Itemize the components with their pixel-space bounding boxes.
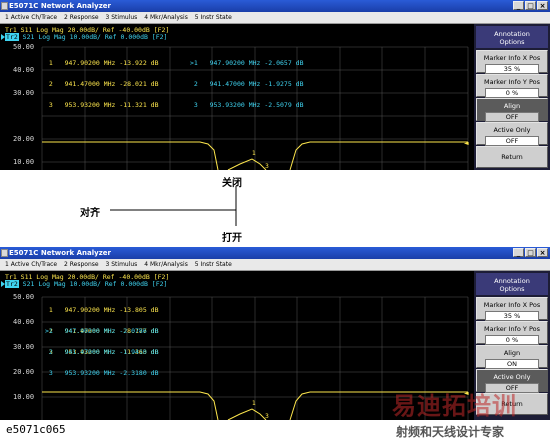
trace-2-id: Tr2 (5, 33, 19, 41)
marker-line: 3 953.93200 MHz -2.3180 dB (45, 369, 159, 377)
marker-info-y-pos-value: 0 % (485, 335, 539, 345)
menu-item-instr-state[interactable]: 5 Instr State (195, 14, 232, 21)
y-axis-label: 40.00 (13, 318, 35, 326)
menu-item-stimulus[interactable]: 3 Stimulus (106, 14, 138, 21)
marker-1-flag: 1 (252, 400, 256, 407)
watermark-slogan: 射频和天线设计专家 (396, 425, 505, 439)
trace-plot-area[interactable]: 1 3 ◄ Tr1 S11 Log Mag 20.00dB/ Ref -40.0… (0, 24, 474, 170)
s21-trace-line (42, 141, 219, 170)
s11-trace-line (227, 158, 267, 170)
figure-caption: e5071c065 (6, 423, 66, 436)
y-axis-label: 40.00 (13, 66, 35, 74)
trace-end-marker: ◄ (464, 140, 469, 147)
marker-info-x-pos-value: 35 % (485, 311, 539, 321)
active-only-toggle-button[interactable]: Active Only OFF (476, 122, 548, 146)
marker-info-x-pos-button[interactable]: Marker Info X Pos 35 % (476, 297, 548, 321)
y-axis-label: 50.00 (13, 293, 35, 301)
menu-item-instr-state[interactable]: 5 Instr State (195, 261, 232, 268)
marker-line: 2 941.47000 MHz -1.9275 dB (190, 80, 304, 88)
marker-1-flag: 1 (252, 150, 256, 157)
y-axis-label: 30.00 (13, 343, 35, 351)
marker-readout-s11: 1 947.90200 MHz -13.922 dB 2 941.47000 M… (45, 46, 159, 123)
app-icon (1, 249, 8, 257)
align-value: ON (485, 359, 539, 369)
s11-trace-line (227, 408, 267, 420)
softkey-panel: Annotation Options Marker Info X Pos 35 % … (474, 24, 550, 170)
marker-info-x-pos-button[interactable]: Marker Info X Pos 35 % (476, 50, 548, 74)
marker-3-flag: 3 (265, 163, 269, 170)
marker-line: 3 953.93200 MHz -11.321 dB (45, 101, 159, 109)
minimize-button[interactable]: _ (513, 248, 524, 257)
marker-line: >1 947.90200 MHz -2.0786 dB (45, 327, 159, 335)
marker-line: 3 953.93200 MHz -2.5079 dB (190, 101, 304, 109)
s21-trace-line (42, 391, 219, 420)
trace-2-settings: S21 Log Mag 10.00dB/ Ref 0.000dB [F2] (18, 33, 168, 41)
marker-line: 2 941.47000 MHz -1.9410 dB (45, 348, 159, 356)
label-open: 打开 (222, 233, 242, 244)
menu-item-mkr-analysis[interactable]: 4 Mkr/Analysis (144, 261, 188, 268)
watermark-logo: 易迪拓培训 (392, 392, 517, 420)
analyzer-screenshot-align-off: E5071C Network Analyzer _ □ × 1 Active Ch/… (0, 0, 550, 170)
label-align: 对齐 (80, 208, 100, 219)
marker-line: 1 947.90200 MHz -13.922 dB (45, 59, 159, 67)
close-button[interactable]: × (537, 248, 548, 257)
active-only-value: OFF (485, 136, 539, 146)
y-axis-label: 50.00 (13, 43, 35, 51)
trace-2-id: Tr2 (5, 280, 19, 288)
menu-item-active-ch-trace[interactable]: 1 Active Ch/Trace (5, 14, 57, 21)
maximize-button[interactable]: □ (525, 248, 536, 257)
align-value: OFF (485, 112, 539, 122)
return-button[interactable]: Return (476, 146, 548, 168)
marker-line: 2 941.47000 MHz -28.021 dB (45, 80, 159, 88)
marker-line: >1 947.90200 MHz -2.0657 dB (190, 59, 304, 67)
align-toggle-button[interactable]: Align OFF (476, 98, 548, 122)
marker-readout-s21: >1 947.90200 MHz -2.0657 dB 2 941.47000 … (190, 46, 304, 123)
softkey-annotation-options-header: Annotation Options (476, 273, 548, 295)
marker-info-y-pos-button[interactable]: Marker Info Y Pos 0 % (476, 321, 548, 345)
menu-bar: 1 Active Ch/Trace 2 Response 3 Stimulus … (0, 259, 550, 271)
softkey-annotation-options-header: Annotation Options (476, 26, 548, 48)
close-button[interactable]: × (537, 1, 548, 10)
window-titlebar: E5071C Network Analyzer _ □ × (0, 247, 550, 259)
y-axis-label: 10.00 (13, 158, 35, 166)
s21-trace-line-right (289, 141, 468, 170)
menu-item-active-ch-trace[interactable]: 1 Active Ch/Trace (5, 261, 57, 268)
marker-info-x-pos-value: 35 % (485, 64, 539, 74)
window-titlebar: E5071C Network Analyzer _ □ × (0, 0, 550, 12)
marker-line: 1 947.90200 MHz -13.805 dB (45, 306, 159, 314)
menu-item-stimulus[interactable]: 3 Stimulus (106, 261, 138, 268)
trace-2-header[interactable]: Tr2 S21 Log Mag 10.00dB/ Ref 0.000dB [F2… (5, 280, 167, 288)
y-axis-label: 20.00 (13, 368, 35, 376)
menu-bar: 1 Active Ch/Trace 2 Response 3 Stimulus … (0, 12, 550, 24)
window-title: E5071C Network Analyzer (9, 2, 111, 10)
marker-info-y-pos-value: 0 % (485, 88, 539, 98)
menu-item-response[interactable]: 2 Response (64, 261, 99, 268)
marker-3-flag: 3 (265, 413, 269, 420)
maximize-button[interactable]: □ (525, 1, 536, 10)
marker-info-y-pos-button[interactable]: Marker Info Y Pos 0 % (476, 74, 548, 98)
app-icon (1, 2, 8, 10)
menu-item-response[interactable]: 2 Response (64, 14, 99, 21)
y-axis-label: 10.00 (13, 393, 35, 401)
y-axis-label: 20.00 (13, 135, 35, 143)
window-title: E5071C Network Analyzer (9, 249, 111, 257)
align-toggle-button[interactable]: Align ON (476, 345, 548, 369)
label-close: 关闭 (222, 178, 242, 189)
marker-readout-aligned-s21: >1 947.90200 MHz -2.0786 dB 2 941.47000 … (45, 314, 159, 391)
trace-2-header[interactable]: Tr2 S21 Log Mag 10.00dB/ Ref 0.000dB [F2… (5, 33, 167, 41)
trace-2-settings: S21 Log Mag 10.00dB/ Ref 0.000dB [F2] (18, 280, 168, 288)
minimize-button[interactable]: _ (513, 1, 524, 10)
y-axis-label: 30.00 (13, 89, 35, 97)
menu-item-mkr-analysis[interactable]: 4 Mkr/Analysis (144, 14, 188, 21)
